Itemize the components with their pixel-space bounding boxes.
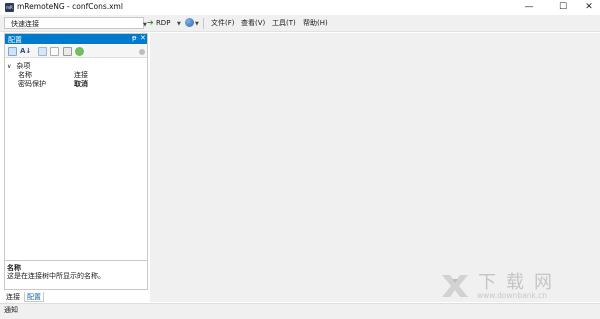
quick-connect-label: 快速连接 <box>11 20 39 28</box>
minimize-button[interactable]: — <box>515 0 543 15</box>
protocol-button[interactable]: ➔ RDP <box>147 18 170 27</box>
description-text: 这是在连接树中所显示的名称。 <box>7 272 105 280</box>
menu-file[interactable]: 文件(F) <box>211 18 235 28</box>
watermark-logo-icon <box>442 275 468 297</box>
tab-config[interactable]: 配置 <box>24 292 44 302</box>
connection-area <box>150 33 600 302</box>
menu-tools[interactable]: 工具(T) <box>272 18 296 28</box>
globe-icon[interactable] <box>185 18 194 27</box>
toolbar: 快速连接 ▼ ➔ RDP ▼ ▼ 文件(F) 查看(V) 工具(T) 帮助(H) <box>0 15 600 32</box>
protocol-label: RDP <box>155 19 171 27</box>
categorized-icon[interactable] <box>8 47 17 56</box>
pin-icon[interactable]: ᵽ <box>132 34 137 42</box>
quick-connect-dropdown[interactable]: 快速连接 ▼ <box>4 17 147 29</box>
chevron-down-icon: ∨ <box>7 63 12 70</box>
close-button[interactable]: ✕ <box>575 0 600 15</box>
minimize-icon: — <box>524 2 534 12</box>
rdp-arrow-icon: ➔ <box>147 18 154 27</box>
add-icon[interactable] <box>75 47 84 56</box>
window-title: mRemoteNG - confCons.xml <box>17 2 123 11</box>
chevron-down-icon[interactable]: ▼ <box>177 21 181 27</box>
title-bar: mR mRemoteNG - confCons.xml — ☐ ✕ <box>0 0 600 15</box>
watermark: 下载网 www.downbank.cn <box>430 268 598 308</box>
category-label: 杂项 <box>16 62 31 70</box>
description-box: 名称 这是在连接树中所显示的名称。 <box>5 260 147 289</box>
pages-icon[interactable] <box>63 47 72 56</box>
panel-header: 配置 ᵽ ✕ <box>5 34 147 44</box>
property-value[interactable]: 取消 <box>74 79 88 89</box>
menu-view[interactable]: 查看(V) <box>241 18 265 28</box>
watermark-url: www.downbank.cn <box>477 291 548 300</box>
close-icon: ✕ <box>585 2 593 12</box>
status-text: 通知 <box>4 306 18 314</box>
panel-title: 配置 <box>8 36 22 44</box>
config-panel: 配置 ᵽ ✕ A↓ ∨ 杂项 名称 连接 密码保护 取消 名称 这是在连接树中所显… <box>4 33 148 290</box>
app-icon: mR <box>5 3 14 12</box>
alphabetical-icon[interactable]: A↓ <box>20 47 31 56</box>
properties-icon[interactable] <box>38 47 47 56</box>
close-icon[interactable]: ✕ <box>140 34 146 42</box>
tree-icon[interactable] <box>50 47 59 56</box>
maximize-icon: ☐ <box>558 2 568 12</box>
tab-connections[interactable]: 连接 <box>4 292 22 302</box>
panel-toolbar: A↓ <box>5 45 147 58</box>
maximize-button[interactable]: ☐ <box>549 0 577 15</box>
menu-help[interactable]: 帮助(H) <box>303 18 328 28</box>
toolbar-separator <box>203 18 204 29</box>
status-dot-icon <box>139 49 145 55</box>
property-name: 密码保护 <box>18 80 46 88</box>
chevron-down-icon[interactable]: ▼ <box>195 21 199 27</box>
